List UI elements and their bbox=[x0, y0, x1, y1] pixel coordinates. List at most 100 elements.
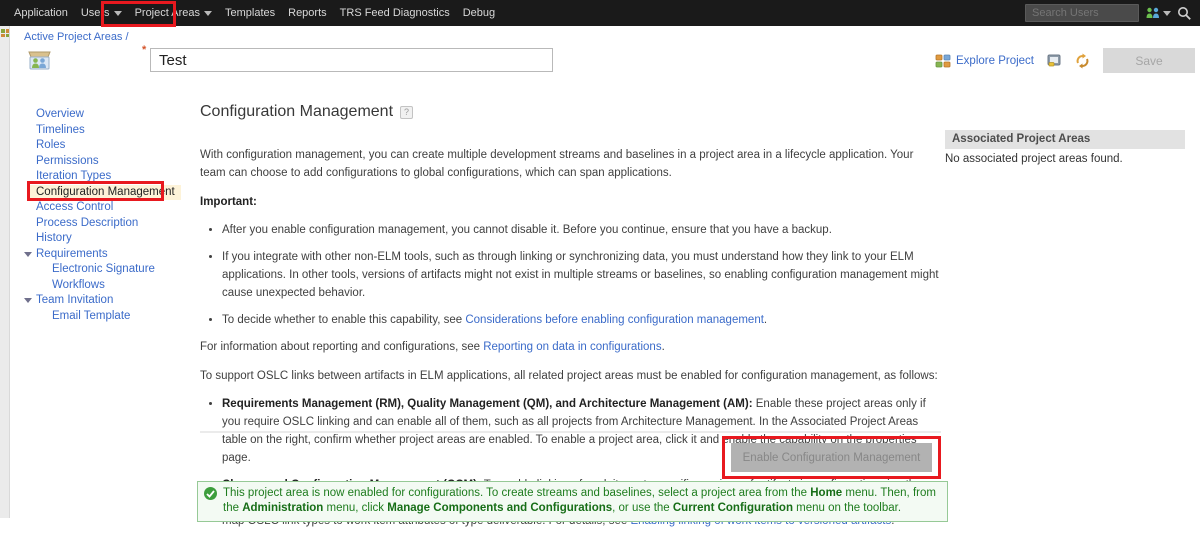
nav-item-trs-feed-diagnostics[interactable]: TRS Feed Diagnostics bbox=[340, 7, 450, 19]
chevron-down-icon bbox=[204, 11, 212, 16]
success-check-icon bbox=[204, 487, 217, 500]
explore-project-icon bbox=[935, 53, 951, 68]
sidebar-item-label: Access Control bbox=[36, 201, 113, 213]
refresh-icon[interactable] bbox=[1074, 53, 1091, 69]
success-message: This project area is now enabled for con… bbox=[197, 481, 948, 522]
nav-item-label: Application bbox=[14, 7, 68, 19]
project-name-input[interactable] bbox=[150, 48, 553, 72]
sidebar-item-label: Electronic Signature bbox=[52, 263, 155, 275]
breadcrumb[interactable]: Active Project Areas / bbox=[24, 31, 129, 43]
explore-project-link[interactable]: Explore Project bbox=[935, 53, 1034, 68]
sidebar-item-access-control[interactable]: Access Control bbox=[22, 200, 194, 216]
sidebar-item-label: Roles bbox=[36, 139, 65, 151]
edit-page-icon[interactable] bbox=[1046, 53, 1062, 68]
search-users-input[interactable] bbox=[1025, 4, 1139, 22]
twisty-down-icon[interactable] bbox=[24, 298, 32, 303]
help-icon[interactable] bbox=[400, 106, 413, 119]
associated-project-areas-header: Associated Project Areas bbox=[945, 130, 1185, 149]
msg-seg: menu on the toolbar. bbox=[793, 502, 901, 514]
nav-item-application[interactable]: Application bbox=[14, 7, 68, 19]
sidebar-item-configuration-management[interactable]: Configuration Management bbox=[22, 185, 194, 201]
oslc-paragraph: To support OSLC links between artifacts … bbox=[200, 367, 940, 385]
nav-item-debug[interactable]: Debug bbox=[463, 7, 495, 19]
sidebar-item-team-invitation[interactable]: Team Invitation bbox=[22, 293, 194, 309]
sidebar-item-label: Overview bbox=[36, 108, 84, 120]
required-marker: * bbox=[142, 44, 146, 56]
sidebar-item-electronic-signature[interactable]: Electronic Signature bbox=[22, 262, 194, 278]
collapse-grid-icon[interactable] bbox=[1, 29, 9, 37]
enable-configuration-management-button[interactable]: Enable Configuration Management bbox=[731, 443, 932, 472]
current-configuration-ref: Current Configuration bbox=[673, 502, 793, 514]
nav-search-area bbox=[1025, 0, 1192, 26]
sidebar-item-permissions[interactable]: Permissions bbox=[22, 154, 194, 170]
nav-item-label: Templates bbox=[225, 7, 275, 19]
main-content: Configuration Management With configurat… bbox=[200, 103, 940, 539]
reporting-period: . bbox=[662, 341, 665, 353]
header-actions: Explore Project Save bbox=[935, 48, 1195, 73]
sidebar: Overview Timelines Roles Permissions Ite… bbox=[22, 107, 194, 324]
project-area-icon bbox=[26, 46, 53, 78]
sidebar-item-overview[interactable]: Overview bbox=[22, 107, 194, 123]
success-message-text: This project area is now enabled for con… bbox=[223, 486, 939, 516]
sidebar-item-label: Iteration Types bbox=[36, 170, 111, 182]
sidebar-item-label: Timelines bbox=[36, 124, 85, 136]
sidebar-item-label: History bbox=[36, 232, 72, 244]
explore-project-label: Explore Project bbox=[956, 55, 1034, 67]
important-bullet-list: After you enable configuration managemen… bbox=[200, 221, 940, 329]
nav-item-label: TRS Feed Diagnostics bbox=[340, 7, 450, 19]
nav-item-label: Project Areas bbox=[135, 7, 200, 19]
sidebar-item-requirements[interactable]: Requirements bbox=[22, 247, 194, 263]
msg-seg: This project area is now enabled for con… bbox=[223, 487, 810, 499]
top-nav-items: Application Users Project Areas Template… bbox=[0, 7, 495, 19]
sidebar-item-label: Permissions bbox=[36, 155, 99, 167]
twisty-down-icon[interactable] bbox=[24, 252, 32, 257]
sidebar-item-roles[interactable]: Roles bbox=[22, 138, 194, 154]
sidebar-item-workflows[interactable]: Workflows bbox=[22, 278, 194, 294]
sidebar-item-timelines[interactable]: Timelines bbox=[22, 123, 194, 139]
search-icon[interactable] bbox=[1177, 6, 1192, 21]
users-icon bbox=[1145, 6, 1161, 20]
sidebar-item-process-description[interactable]: Process Description bbox=[22, 216, 194, 232]
reporting-link[interactable]: Reporting on data in configurations bbox=[483, 341, 661, 353]
rm-bold-lead: Requirements Management (RM), Quality Ma… bbox=[222, 398, 753, 410]
associated-project-areas-empty: No associated project areas found. bbox=[945, 153, 1123, 165]
manage-components-ref: Manage Components and Configurations bbox=[387, 502, 612, 514]
msg-seg: , or use the bbox=[612, 502, 673, 514]
nav-item-label: Users bbox=[81, 7, 110, 19]
important-label: Important: bbox=[200, 193, 940, 211]
reporting-text: For information about reporting and conf… bbox=[200, 341, 483, 353]
considerations-link[interactable]: Considerations before enabling configura… bbox=[465, 314, 764, 326]
bullet-backup: After you enable configuration managemen… bbox=[222, 221, 940, 239]
sidebar-item-label: Process Description bbox=[36, 217, 138, 229]
chevron-down-icon bbox=[1163, 11, 1171, 16]
intro-paragraph: With configuration management, you can c… bbox=[200, 146, 940, 182]
nav-item-label: Debug bbox=[463, 7, 495, 19]
bullet-decide: To decide whether to enable this capabil… bbox=[222, 311, 940, 329]
sidebar-item-email-template[interactable]: Email Template bbox=[22, 309, 194, 325]
nav-item-templates[interactable]: Templates bbox=[225, 7, 275, 19]
administration-menu-ref: Administration bbox=[242, 502, 323, 514]
page-title-text: Configuration Management bbox=[200, 103, 393, 121]
nav-item-users[interactable]: Users bbox=[81, 7, 122, 19]
home-menu-ref: Home bbox=[810, 487, 842, 499]
sidebar-item-label: Team Invitation bbox=[36, 294, 113, 306]
left-rail bbox=[0, 26, 10, 518]
chevron-down-icon bbox=[114, 11, 122, 16]
save-button[interactable]: Save bbox=[1103, 48, 1195, 73]
bullet-decide-period: . bbox=[764, 314, 767, 326]
sidebar-item-label: Email Template bbox=[52, 310, 130, 322]
nav-item-reports[interactable]: Reports bbox=[288, 7, 327, 19]
top-nav: Application Users Project Areas Template… bbox=[0, 0, 1200, 26]
msg-seg: menu, click bbox=[323, 502, 387, 514]
page-title: Configuration Management bbox=[200, 103, 940, 121]
nav-item-label: Reports bbox=[288, 7, 327, 19]
sidebar-item-iteration-types[interactable]: Iteration Types bbox=[22, 169, 194, 185]
sidebar-item-label-selected: Configuration Management bbox=[30, 185, 181, 201]
reporting-paragraph: For information about reporting and conf… bbox=[200, 338, 940, 356]
user-type-filter[interactable] bbox=[1145, 6, 1171, 20]
bullet-decide-text: To decide whether to enable this capabil… bbox=[222, 314, 465, 326]
sidebar-item-label: Workflows bbox=[52, 279, 105, 291]
content-divider bbox=[200, 431, 941, 433]
nav-item-project-areas[interactable]: Project Areas bbox=[135, 7, 212, 19]
sidebar-item-history[interactable]: History bbox=[22, 231, 194, 247]
